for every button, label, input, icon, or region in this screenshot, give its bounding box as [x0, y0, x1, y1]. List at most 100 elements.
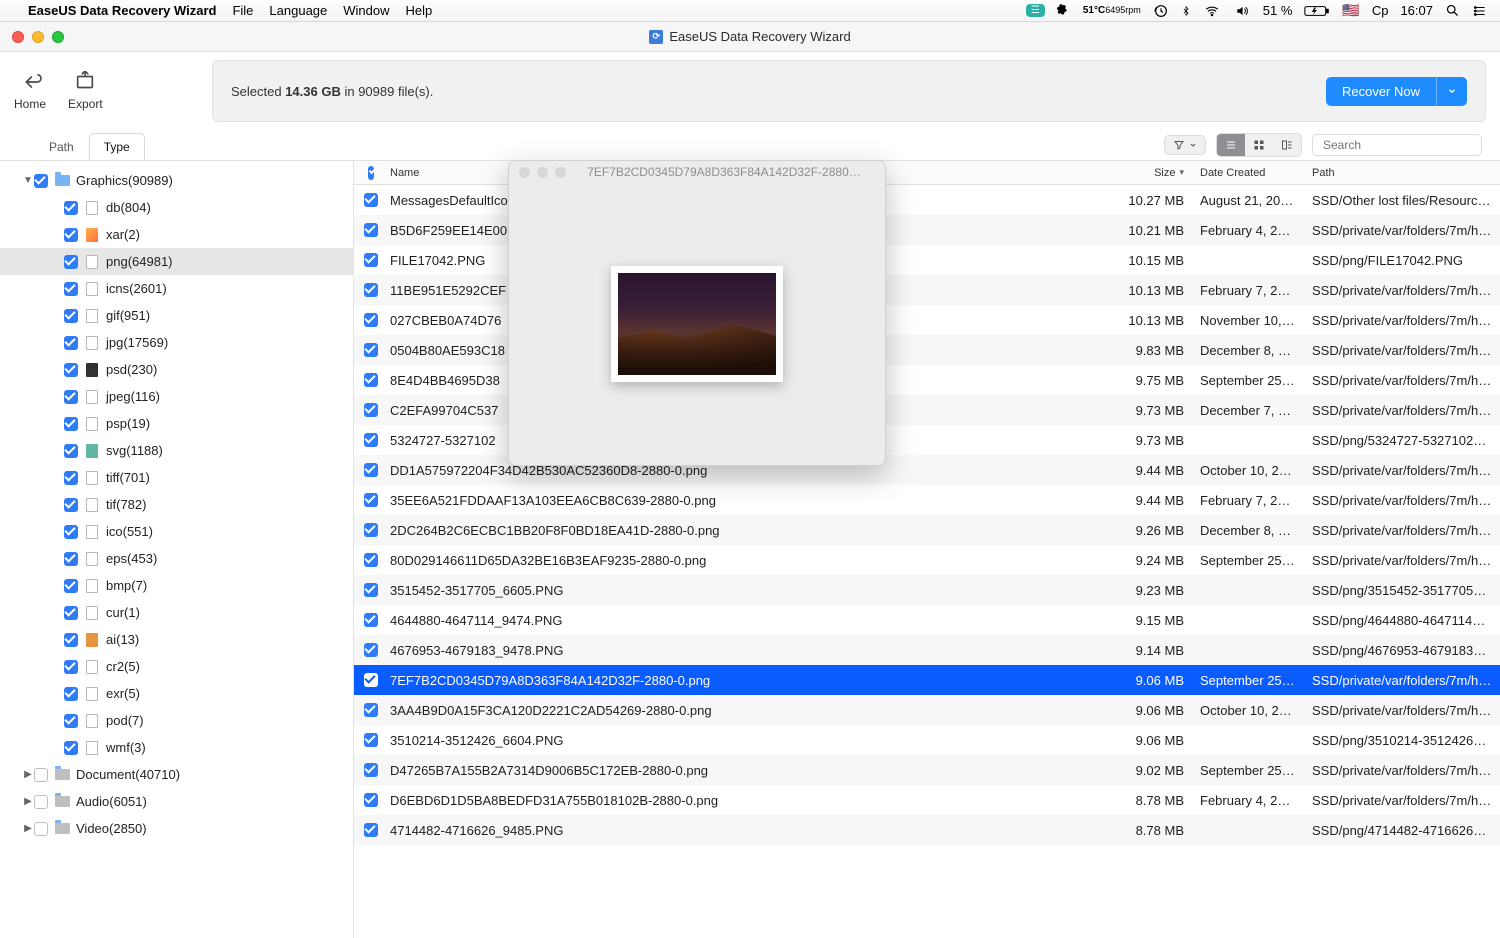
table-row[interactable]: 4714482-4716626_9485.PNG 8.78 MB SSD/png… [354, 815, 1500, 845]
row-checkbox[interactable] [364, 283, 378, 297]
checkbox[interactable] [64, 687, 78, 701]
checkbox[interactable] [64, 201, 78, 215]
col-header-path[interactable]: Path [1304, 167, 1500, 179]
checkbox[interactable] [34, 174, 48, 188]
checkbox[interactable] [64, 606, 78, 620]
battery-icon[interactable] [1304, 4, 1330, 18]
sidebar-item-gif[interactable]: gif(951) [0, 302, 353, 329]
checkbox[interactable] [64, 741, 78, 755]
sidebar-item-exr[interactable]: exr(5) [0, 680, 353, 707]
row-checkbox[interactable] [364, 673, 378, 687]
table-row[interactable]: 4644880-4647114_9474.PNG 9.15 MB SSD/png… [354, 605, 1500, 635]
sidebar-item-bmp[interactable]: bmp(7) [0, 572, 353, 599]
sidebar-item-png[interactable]: png(64981) [0, 248, 353, 275]
row-checkbox[interactable] [364, 823, 378, 837]
sidebar-item-cr2[interactable]: cr2(5) [0, 653, 353, 680]
sidebar-item-cur[interactable]: cur(1) [0, 599, 353, 626]
window-zoom-button[interactable] [52, 31, 64, 43]
sidebar-item-document[interactable]: ▶ Document(40710) [0, 761, 353, 788]
sidebar-item-psd[interactable]: psd(230) [0, 356, 353, 383]
window-minimize-button[interactable] [32, 31, 44, 43]
checkbox[interactable] [64, 471, 78, 485]
checkbox[interactable] [34, 795, 48, 809]
checkbox[interactable] [34, 822, 48, 836]
sidebar-item-pod[interactable]: pod(7) [0, 707, 353, 734]
checkbox[interactable] [64, 579, 78, 593]
row-checkbox[interactable] [364, 553, 378, 567]
col-header-size[interactable]: Size▾ [1114, 167, 1192, 179]
table-row[interactable]: 80D029146611D65DA32BE16B3EAF9235-2880-0.… [354, 545, 1500, 575]
checkbox[interactable] [64, 714, 78, 728]
row-checkbox[interactable] [364, 373, 378, 387]
menu-help[interactable]: Help [406, 3, 433, 18]
disclosure-triangle-icon[interactable]: ▶ [22, 769, 34, 780]
window-close-button[interactable] [12, 31, 24, 43]
checkbox[interactable] [64, 390, 78, 404]
row-checkbox[interactable] [364, 583, 378, 597]
row-checkbox[interactable] [364, 793, 378, 807]
table-row[interactable]: 3515452-3517705_6605.PNG 9.23 MB SSD/png… [354, 575, 1500, 605]
checkbox[interactable] [34, 768, 48, 782]
row-checkbox[interactable] [364, 523, 378, 537]
checkbox[interactable] [64, 444, 78, 458]
menu-window[interactable]: Window [343, 3, 389, 18]
checkbox[interactable] [64, 228, 78, 242]
table-row[interactable]: D47265B7A155B2A7314D9006B5C172EB-2880-0.… [354, 755, 1500, 785]
checkbox[interactable] [64, 633, 78, 647]
row-checkbox[interactable] [364, 613, 378, 627]
bluetooth-icon[interactable] [1181, 3, 1191, 19]
sidebar-item-video[interactable]: ▶ Video(2850) [0, 815, 353, 842]
checkbox[interactable] [64, 417, 78, 431]
sidebar-item-tif[interactable]: tif(782) [0, 491, 353, 518]
row-checkbox[interactable] [364, 433, 378, 447]
row-checkbox[interactable] [364, 643, 378, 657]
sidebar-item-wmf[interactable]: wmf(3) [0, 734, 353, 761]
row-checkbox[interactable] [364, 193, 378, 207]
sidebar-item-graphics[interactable]: ▼ Graphics(90989) [0, 167, 353, 194]
row-checkbox[interactable] [364, 493, 378, 507]
table-row[interactable]: 7EF7B2CD0345D79A8D363F84A142D32F-2880-0.… [354, 665, 1500, 695]
flag-icon[interactable]: 🇺🇸 [1342, 2, 1359, 19]
table-row[interactable]: 3510214-3512426_6604.PNG 9.06 MB SSD/png… [354, 725, 1500, 755]
sidebar-item-xar[interactable]: xar(2) [0, 221, 353, 248]
view-grid[interactable] [1245, 134, 1273, 156]
recover-options-button[interactable] [1437, 77, 1467, 106]
search-field[interactable] [1312, 134, 1482, 156]
checkbox[interactable] [64, 498, 78, 512]
row-checkbox[interactable] [364, 253, 378, 267]
checkbox[interactable] [64, 363, 78, 377]
row-checkbox[interactable] [364, 763, 378, 777]
checkbox[interactable] [64, 309, 78, 323]
table-row[interactable]: D6EBD6D1D5BA8BEDFD31A755B018102B-2880-0.… [354, 785, 1500, 815]
sidebar-item-eps[interactable]: eps(453) [0, 545, 353, 572]
menu-file[interactable]: File [232, 3, 253, 18]
recover-now-button[interactable]: Recover Now [1326, 77, 1437, 106]
menu-language[interactable]: Language [269, 3, 327, 18]
table-row[interactable]: 3AA4B9D0A15F3CA120D2221C2AD54269-2880-0.… [354, 695, 1500, 725]
sidebar-item-db[interactable]: db(804) [0, 194, 353, 221]
sidebar-item-psp[interactable]: psp(19) [0, 410, 353, 437]
disclosure-triangle-icon[interactable]: ▶ [22, 823, 34, 834]
sidebar-item-ai[interactable]: ai(13) [0, 626, 353, 653]
checkbox[interactable] [64, 282, 78, 296]
row-checkbox[interactable] [364, 223, 378, 237]
checkbox[interactable] [64, 660, 78, 674]
spotlight-icon[interactable] [1445, 3, 1460, 18]
disclosure-triangle-icon[interactable]: ▶ [22, 796, 34, 807]
sidebar-item-audio[interactable]: ▶ Audio(6051) [0, 788, 353, 815]
time-machine-icon[interactable] [1153, 3, 1169, 19]
view-list[interactable] [1217, 134, 1245, 156]
export-button[interactable]: Export [68, 71, 103, 111]
preview-zoom-button[interactable] [555, 167, 566, 178]
sidebar-item-jpeg[interactable]: jpeg(116) [0, 383, 353, 410]
control-center-icon[interactable] [1472, 4, 1488, 18]
table-row[interactable]: 35EE6A521FDDAAF13A103EEA6CB8C639-2880-0.… [354, 485, 1500, 515]
filter-button[interactable] [1164, 135, 1206, 155]
table-row[interactable]: 2DC264B2C6ECBC1BB20F8F0BD18EA41D-2880-0.… [354, 515, 1500, 545]
checkbox[interactable] [64, 255, 78, 269]
sidebar-item-jpg[interactable]: jpg(17569) [0, 329, 353, 356]
app-name-menu[interactable]: EaseUS Data Recovery Wizard [28, 3, 216, 18]
search-input[interactable] [1321, 137, 1480, 153]
sidebar-item-svg[interactable]: svg(1188) [0, 437, 353, 464]
tab-path[interactable]: Path [34, 133, 89, 160]
